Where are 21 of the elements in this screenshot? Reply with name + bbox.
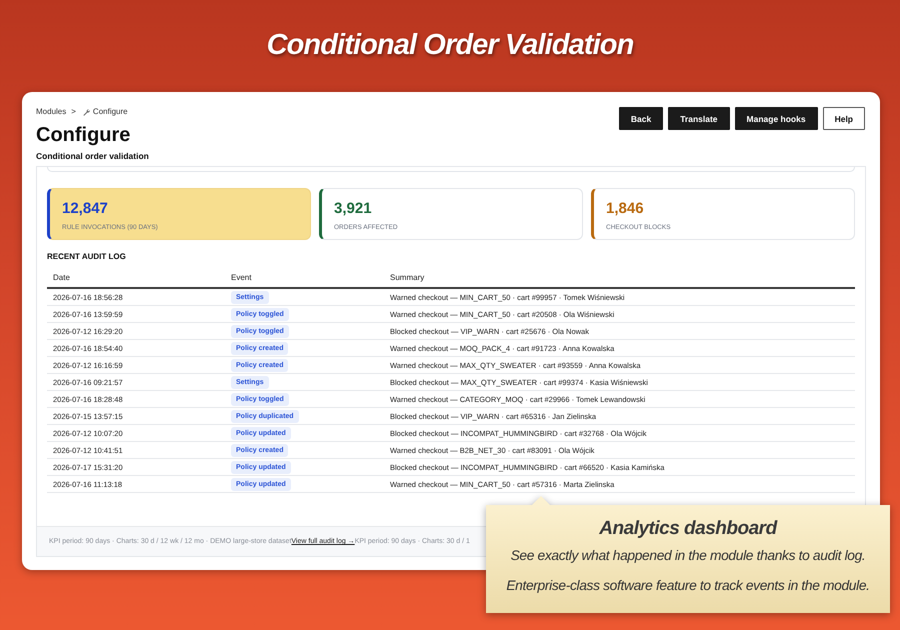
callout-text: See exactly what happened in the module thanks to audit log. xyxy=(510,547,866,565)
page-title: Configure xyxy=(36,123,132,147)
callout-title: Analytics dashboard xyxy=(599,517,777,541)
column-header: Event xyxy=(230,273,252,282)
breadcrumb-link[interactable]: Modules xyxy=(36,106,66,118)
action-button[interactable]: Help xyxy=(822,107,865,130)
kpi-value: 1,846 xyxy=(606,200,644,218)
banner-title: Conditional Order Validation xyxy=(266,28,634,63)
action-button[interactable]: Translate xyxy=(668,107,730,130)
kpi-value: 3,921 xyxy=(334,200,372,218)
callout-text: Enterprise-class software feature to track events in the module. xyxy=(505,577,871,595)
breadcrumb-current: Configure xyxy=(92,106,128,118)
column-header: Date xyxy=(52,273,71,282)
column-header: Summary xyxy=(389,273,426,282)
action-button[interactable]: Back xyxy=(618,107,664,130)
action-button[interactable]: Manage hooks xyxy=(734,107,818,130)
page-subtitle: Conditional order validation xyxy=(36,150,149,162)
breadcrumb-separator: > xyxy=(71,106,76,118)
wrench-icon xyxy=(82,108,90,116)
kpi-value: 12,847 xyxy=(62,200,108,218)
section-title: RECENT AUDIT LOG xyxy=(47,251,127,263)
